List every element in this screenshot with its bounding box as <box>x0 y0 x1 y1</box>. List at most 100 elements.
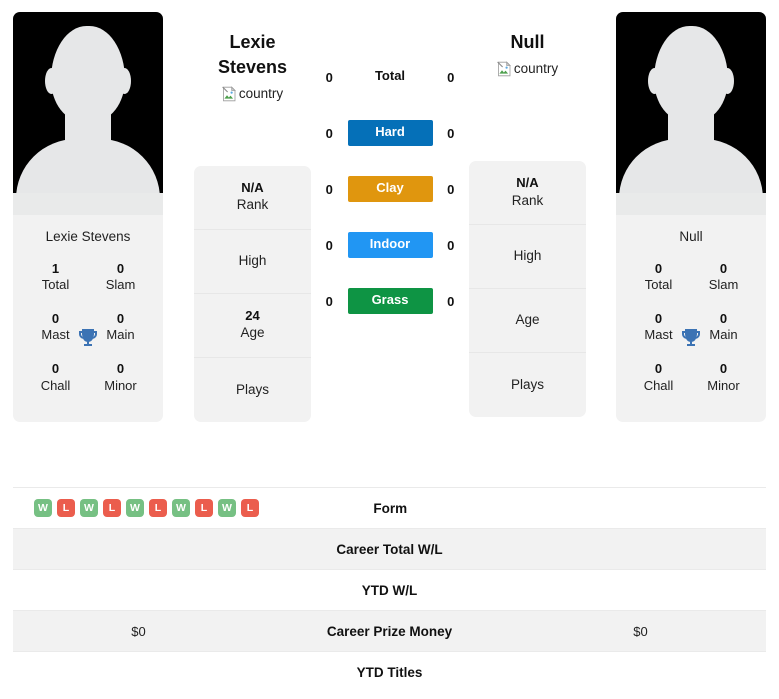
surface-row-total: 0 Total 0 <box>311 65 469 89</box>
stat-label: Minor <box>104 377 137 393</box>
broken-image-icon <box>222 85 236 101</box>
surface-left-value: 0 <box>325 69 333 85</box>
silhouette-head-icon <box>654 26 728 122</box>
stat-value: 0 <box>719 311 728 327</box>
surface-label[interactable]: Hard <box>347 120 433 146</box>
silhouette-ear-right-icon <box>721 68 734 94</box>
info-value: N/A <box>516 174 539 190</box>
stat-value: 0 <box>51 311 60 327</box>
info-label: Rank <box>236 197 269 213</box>
stat-label: Slam <box>708 277 739 293</box>
surface-label: Total <box>374 68 406 84</box>
player-flag-left: country <box>222 85 283 102</box>
surface-label[interactable]: Indoor <box>347 232 433 258</box>
info-row-plays: Plays <box>469 353 586 417</box>
player-header-left: Lexie Stevens country <box>194 0 311 107</box>
player-info-left: N/A Rank High 24 Age Plays <box>194 165 311 422</box>
player-flag-right: country <box>497 61 558 77</box>
surface-left-value: 0 <box>325 181 333 197</box>
player-header-right: Null country <box>469 0 586 82</box>
stat-value: 0 <box>654 311 663 327</box>
info-label: High <box>238 253 267 269</box>
surface-right-value: 0 <box>447 237 455 253</box>
row-label: Form <box>373 500 408 516</box>
surface-right-value: 0 <box>447 181 455 197</box>
info-label: Plays <box>235 381 269 397</box>
career-stats-table: WLWLWLWLWL Form Career Total W/L YTD W/L… <box>13 487 766 692</box>
photo-bottom-fade <box>13 193 163 215</box>
row-label: YTD W/L <box>361 582 418 598</box>
row-label: Career Total W/L <box>336 541 443 557</box>
stat-cell: 0 Minor <box>691 354 756 404</box>
stat-label: Minor <box>707 377 740 393</box>
stat-value: 0 <box>116 261 125 276</box>
form-cell-left: WLWLWLWLWL <box>13 499 265 517</box>
table-row: $0 Career Prize Money $0 <box>13 610 766 651</box>
player-card-left[interactable]: Lexie Stevens 1 Total 0 Slam 0 Mast 0 Ma… <box>13 12 163 423</box>
stat-value: 0 <box>719 361 728 377</box>
form-badge: W <box>126 499 144 517</box>
stat-cell: 0 Minor <box>88 354 153 404</box>
stat-value: 0 <box>116 361 125 377</box>
stat-value: 0 <box>654 361 663 377</box>
row-label: Career Prize Money <box>326 623 453 639</box>
stat-value: 0 <box>719 261 728 276</box>
surface-label[interactable]: Grass <box>347 288 433 314</box>
stat-cell: 1 Total <box>23 254 88 304</box>
info-row-plays: Plays <box>194 358 311 422</box>
row-label: YTD Titles <box>356 664 423 680</box>
stat-label: Chall <box>40 377 71 393</box>
silhouette-ear-left-icon <box>648 68 661 94</box>
surface-left-value: 0 <box>325 237 333 253</box>
form-badge: L <box>57 499 75 517</box>
surface-comparison: 0 Total 0 0 Hard 0 0 Clay 0 0 Indoor 0 0 <box>311 0 469 482</box>
broken-image-icon <box>497 61 511 77</box>
info-row-rank: N/A Rank <box>469 161 586 225</box>
stat-label: Total <box>644 277 673 293</box>
titles-grid-right: 0 Total 0 Slam 0 Mast 0 Main 0 Chall 0 M… <box>616 254 766 422</box>
surface-label[interactable]: Clay <box>347 176 433 202</box>
form-badges-left: WLWLWLWLWL <box>19 499 259 517</box>
surface-row-hard: 0 Hard 0 <box>311 120 469 146</box>
trophy-icon <box>682 329 700 347</box>
player-photo-name-right: Null <box>679 229 703 244</box>
surface-row-indoor: 0 Indoor 0 <box>311 232 469 258</box>
stat-value: 0 <box>654 261 663 276</box>
silhouette-head-icon <box>51 26 125 122</box>
player-card-right[interactable]: Null 0 Total 0 Slam 0 Mast 0 Main 0 Chal… <box>616 12 766 423</box>
stat-value: 0 <box>51 361 60 377</box>
silhouette-ear-left-icon <box>45 68 58 94</box>
player-name-right: Null <box>510 32 545 52</box>
table-row: Career Total W/L <box>13 528 766 569</box>
stat-cell: 0 Chall <box>23 354 88 404</box>
form-badge: W <box>218 499 236 517</box>
player-name-left: Lexie Stevens <box>217 32 288 77</box>
info-row-rank: N/A Rank <box>194 166 311 230</box>
info-label: Rank <box>511 192 544 208</box>
table-row: YTD Titles <box>13 651 766 692</box>
surface-right-value: 0 <box>447 293 455 309</box>
player-photo-right <box>616 12 766 215</box>
info-row-age: 24 Age <box>194 294 311 358</box>
stat-label: Slam <box>105 277 136 293</box>
trophy-icon <box>79 329 97 347</box>
stat-cell: 0 Total <box>626 254 691 304</box>
surface-right-value: 0 <box>447 69 455 85</box>
form-badge: W <box>34 499 52 517</box>
surface-row-clay: 0 Clay 0 <box>311 176 469 202</box>
info-row-high: High <box>194 230 311 294</box>
form-badge: L <box>103 499 121 517</box>
stat-label: Total <box>41 277 70 293</box>
player-comparison-page: Lexie Stevens 1 Total 0 Slam 0 Mast 0 Ma… <box>0 0 779 699</box>
row-value-right: $0 <box>633 623 648 639</box>
titles-grid-left: 1 Total 0 Slam 0 Mast 0 Main 0 Chall 0 M… <box>13 254 163 422</box>
info-row-age: Age <box>469 289 586 353</box>
info-value: 24 <box>245 307 260 323</box>
table-row: YTD W/L <box>13 569 766 610</box>
info-label: Age <box>240 325 265 341</box>
player-photo-name-left: Lexie Stevens <box>45 229 131 244</box>
comparison-header: Lexie Stevens 1 Total 0 Slam 0 Mast 0 Ma… <box>0 0 779 482</box>
info-label: Plays <box>510 376 544 392</box>
form-badge: L <box>149 499 167 517</box>
stat-cell: 0 Slam <box>691 254 756 304</box>
